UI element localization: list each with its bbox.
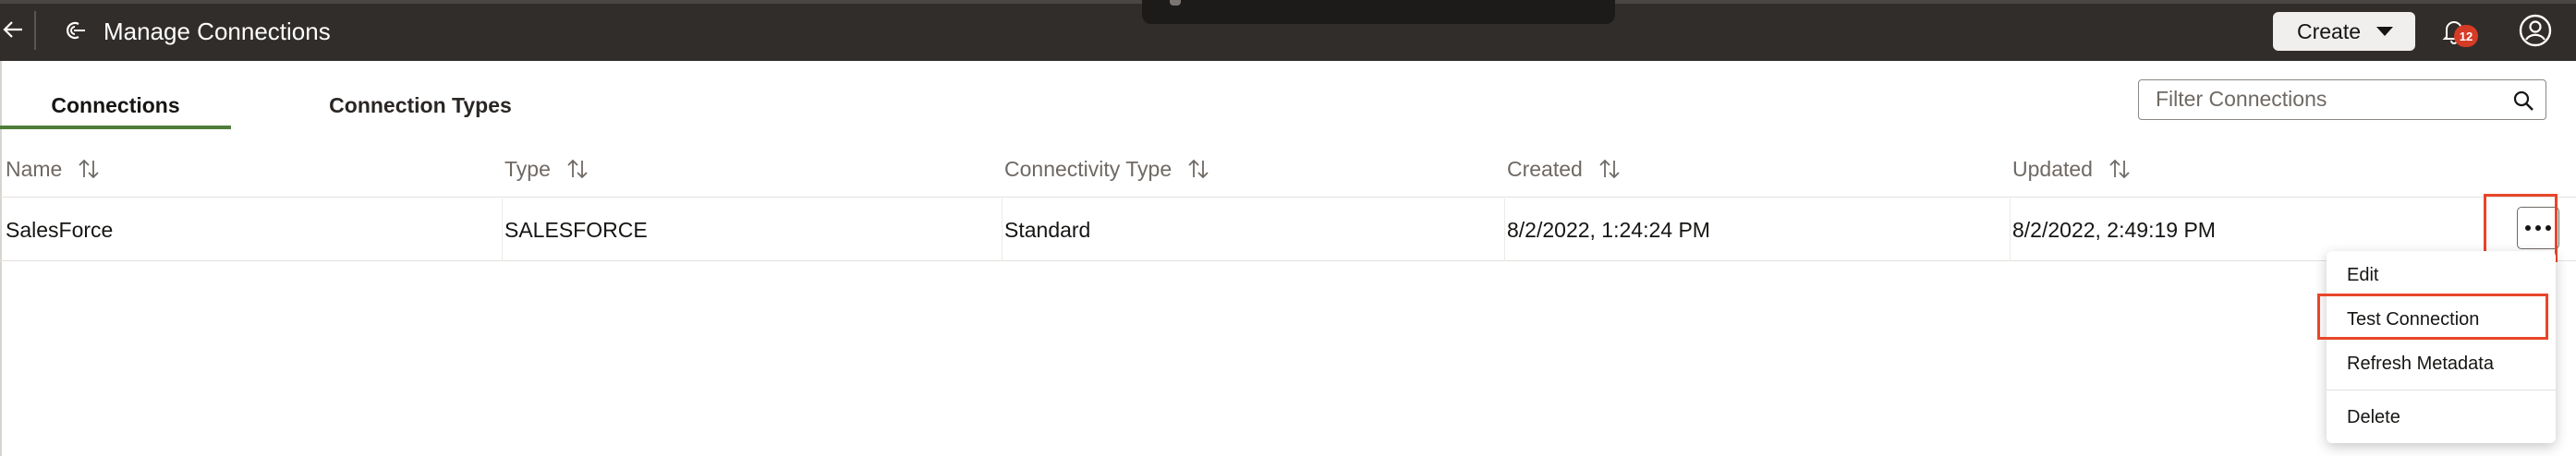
sort-icon[interactable] (79, 158, 99, 180)
notification-toast (1142, 0, 1615, 24)
create-button[interactable]: Create (2273, 12, 2415, 51)
cell-updated: 8/2/2022, 2:49:19 PM (2012, 217, 2216, 242)
search-icon[interactable] (2512, 90, 2534, 112)
column-header-label: Updated (2012, 156, 2093, 181)
column-separator (1504, 198, 1505, 261)
cell-connectivity-type: Standard (1004, 217, 1091, 242)
sort-icon[interactable] (567, 158, 588, 180)
table-header: Name Type Connectivity Type Created Upda… (0, 140, 2576, 198)
sort-icon[interactable] (1599, 158, 1620, 180)
sort-icon[interactable] (2109, 158, 2130, 180)
column-separator (502, 198, 503, 261)
menu-item-delete[interactable]: Delete (2327, 399, 2556, 436)
header-divider (34, 11, 36, 50)
column-header-label: Type (504, 156, 551, 181)
column-header-name[interactable]: Name (6, 140, 99, 198)
connections-app-icon (67, 21, 85, 40)
back-arrow-icon (3, 21, 22, 38)
table-row[interactable]: SalesForce SALESFORCE Standard 8/2/2022,… (0, 198, 2576, 261)
menu-item-edit[interactable]: Edit (2327, 257, 2556, 294)
column-header-label: Name (6, 156, 63, 181)
sort-icon[interactable] (1188, 158, 1209, 180)
toast-glyph (1170, 0, 1181, 6)
column-header-connectivity-type[interactable]: Connectivity Type (1004, 140, 1209, 198)
top-bar: Manage Connections Create 12 (0, 0, 2576, 61)
tab-connection-types[interactable]: Connection Types (296, 81, 545, 129)
highlight-box-test-connection (2317, 294, 2548, 340)
row-actions-menu: Edit Test Connection Refresh Metadata De… (2327, 251, 2556, 443)
column-header-created[interactable]: Created (1507, 140, 1620, 198)
menu-item-refresh-metadata[interactable]: Refresh Metadata (2327, 345, 2556, 382)
cell-name: SalesForce (6, 217, 114, 242)
column-header-type[interactable]: Type (504, 140, 588, 198)
column-separator (2010, 198, 2011, 261)
column-header-label: Connectivity Type (1004, 156, 1173, 181)
cell-type: SALESFORCE (504, 217, 648, 242)
page-title: Manage Connections (103, 18, 331, 45)
column-header-updated[interactable]: Updated (2012, 140, 2130, 198)
cell-created: 8/2/2022, 1:24:24 PM (1507, 217, 1710, 242)
create-button-label: Create (2297, 18, 2362, 43)
notification-badge: 12 (2454, 25, 2478, 47)
column-header-label: Created (1507, 156, 1583, 181)
filter-connections-input[interactable] (2156, 80, 2497, 118)
tab-connections[interactable]: Connections (0, 81, 231, 129)
user-avatar-icon[interactable] (2517, 12, 2554, 49)
filter-connections-field[interactable] (2138, 79, 2546, 120)
chevron-down-icon (2376, 27, 2393, 36)
back-button[interactable] (0, 13, 26, 46)
